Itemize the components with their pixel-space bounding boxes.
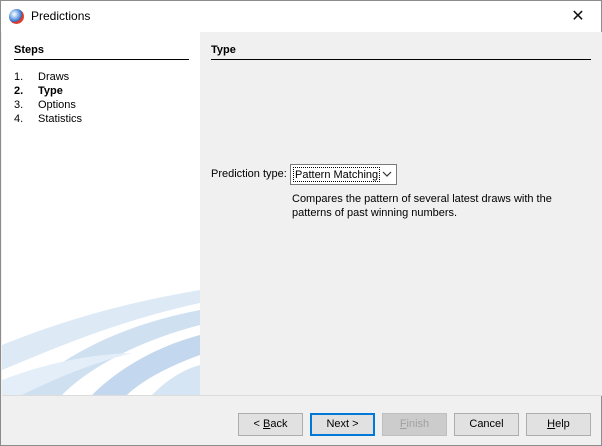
title-bar: Predictions ✕ <box>1 1 601 32</box>
step-item-statistics: 4. Statistics <box>14 112 82 126</box>
back-button-rest: ack <box>270 418 288 430</box>
prediction-type-select[interactable]: Pattern Matching <box>290 164 397 185</box>
step-label: Statistics <box>38 113 83 125</box>
help-button-rest: elp <box>555 418 570 430</box>
prediction-type-value: Pattern Matching <box>293 167 381 182</box>
finish-button[interactable]: Finish <box>382 413 447 436</box>
step-item-type: 2. Type <box>14 84 82 98</box>
next-button[interactable]: Next > <box>310 413 375 436</box>
content-panel: Type Prediction type: Pattern Matching C… <box>200 32 602 395</box>
step-label: Draws <box>38 71 70 83</box>
back-button[interactable]: < Back <box>238 413 303 436</box>
app-orb-icon <box>9 9 24 24</box>
close-icon[interactable]: ✕ <box>555 1 601 32</box>
cancel-button[interactable]: Cancel <box>454 413 519 436</box>
step-label: Type <box>38 85 63 97</box>
prediction-type-description: Compares the pattern of several latest d… <box>292 193 552 219</box>
chevron-down-icon <box>382 171 392 177</box>
window-title: Predictions <box>31 9 91 23</box>
help-button[interactable]: Help <box>526 413 591 436</box>
step-number: 1. <box>14 71 24 83</box>
step-number: 3. <box>14 99 24 111</box>
steps-list: 1. Draws 2. Type 3. Options 4. Statistics <box>14 70 82 126</box>
help-button-mnemonic: H <box>547 418 556 430</box>
footer-separator <box>2 395 602 396</box>
step-number: 4. <box>14 113 24 125</box>
page-title: Type <box>211 44 591 60</box>
prediction-type-label: Prediction type: <box>211 168 287 180</box>
step-item-draws: 1. Draws <box>14 70 82 84</box>
decorative-swoosh-graphic <box>2 290 200 395</box>
back-button-prefix: < <box>253 418 263 430</box>
step-label: Options <box>38 99 76 111</box>
step-item-options: 3. Options <box>14 98 82 112</box>
finish-button-rest: inish <box>406 418 430 430</box>
steps-heading: Steps <box>14 44 189 60</box>
finish-button-mnemonic: F <box>399 418 407 430</box>
predictions-dialog: Predictions ✕ Steps 1. Draws 2. Type 3. Opt… <box>0 0 602 446</box>
steps-panel: Steps 1. Draws 2. Type 3. Options 4. Statist… <box>2 32 200 395</box>
step-number: 2. <box>14 85 24 97</box>
